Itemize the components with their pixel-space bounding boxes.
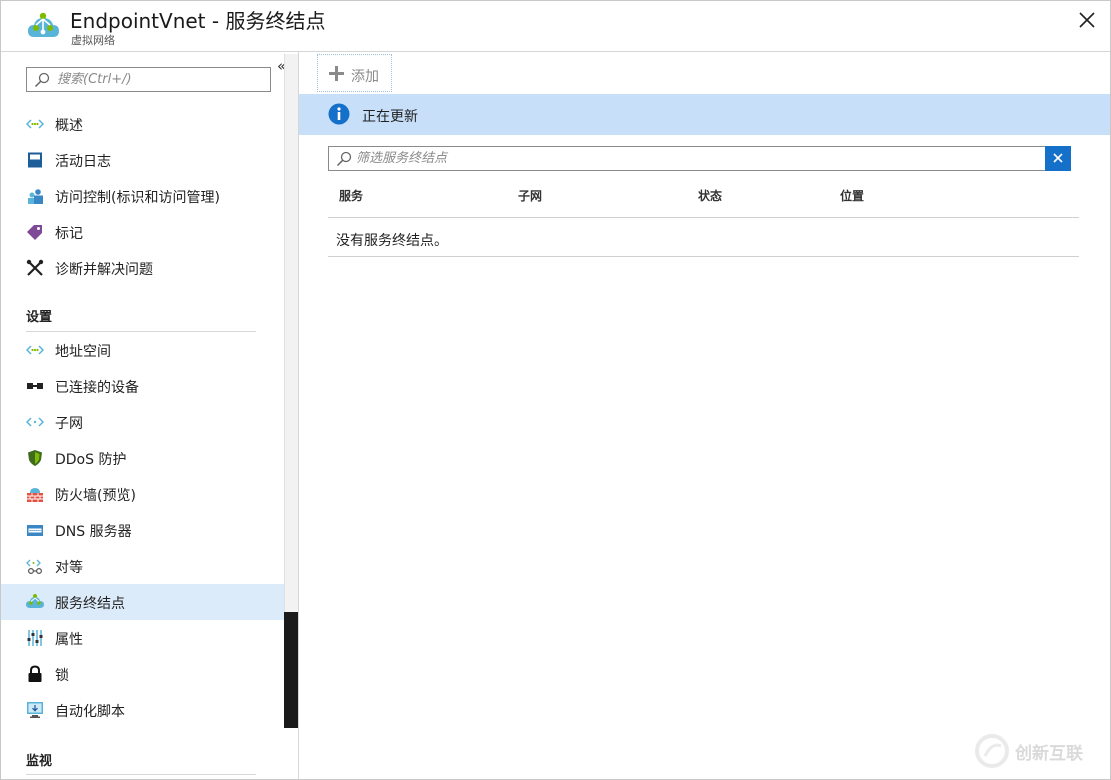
add-button[interactable]: 添加 bbox=[317, 54, 392, 92]
virtual-network-icon bbox=[28, 12, 59, 37]
menu-item-ddos[interactable]: DDoS 防护 bbox=[0, 440, 284, 476]
menu-scrollbar-thumb[interactable] bbox=[284, 612, 298, 728]
section-divider bbox=[26, 774, 256, 775]
menu-item-label: 已连接的设备 bbox=[55, 380, 139, 396]
menu-item-label: 标记 bbox=[55, 226, 83, 242]
menu-item-diagnose[interactable]: 诊断并解决问题 bbox=[0, 250, 284, 286]
add-button-label: 添加 bbox=[351, 69, 379, 85]
menu-item-address-space[interactable]: 地址空间 bbox=[0, 332, 284, 368]
watermark-logo bbox=[975, 734, 1009, 768]
column-header-subnet[interactable]: 子网 bbox=[518, 187, 542, 204]
menu-item-firewall[interactable]: 防火墙(预览) bbox=[0, 476, 284, 512]
menu-item-label: 概述 bbox=[55, 118, 83, 134]
firewall-icon bbox=[27, 488, 43, 502]
properties-icon bbox=[27, 630, 43, 646]
menu-item-label: 自动化脚本 bbox=[55, 704, 125, 720]
menu-item-automation-script[interactable]: 自动化脚本 bbox=[0, 692, 284, 728]
menu-item-subnets[interactable]: 子网 bbox=[0, 404, 284, 440]
empty-table-message: 没有服务终结点。 bbox=[336, 233, 448, 249]
search-icon bbox=[336, 151, 352, 167]
menu-item-label: 子网 bbox=[55, 416, 83, 432]
table-header-divider bbox=[328, 217, 1079, 218]
menu-item-properties[interactable]: 属性 bbox=[0, 620, 284, 656]
menu-item-locks[interactable]: 锁 bbox=[0, 656, 284, 692]
plus-icon bbox=[329, 66, 344, 81]
wrench-icon bbox=[26, 259, 44, 276]
clear-filter-button[interactable] bbox=[1045, 146, 1071, 171]
column-header-location[interactable]: 位置 bbox=[840, 187, 864, 204]
blade-header: EndpointVnet - 服务终结点 虚拟网络 bbox=[0, 0, 1111, 52]
menu-item-label: 服务终结点 bbox=[55, 596, 125, 612]
menu-item-peerings[interactable]: 对等 bbox=[0, 548, 284, 584]
column-header-status[interactable]: 状态 bbox=[698, 187, 722, 204]
column-header-service[interactable]: 服务 bbox=[339, 187, 363, 204]
menu-item-overview[interactable]: 概述 bbox=[0, 106, 284, 142]
service-endpoint-icon bbox=[26, 594, 44, 608]
search-icon bbox=[34, 72, 50, 88]
menu-item-label: 属性 bbox=[55, 632, 83, 648]
status-banner: 正在更新 bbox=[299, 94, 1111, 135]
menu-item-label: 对等 bbox=[55, 560, 83, 576]
menu-item-label: 活动日志 bbox=[55, 154, 111, 170]
close-icon bbox=[1053, 153, 1063, 163]
table-row-divider bbox=[328, 256, 1079, 257]
lock-icon bbox=[28, 665, 42, 682]
activity-log-icon bbox=[28, 152, 42, 168]
command-bar: 添加 bbox=[299, 52, 1111, 94]
page-subtitle: 虚拟网络 bbox=[71, 34, 115, 47]
subnet-icon bbox=[26, 417, 44, 427]
section-header-settings: 设置 bbox=[26, 310, 53, 325]
watermark-text: 创新互联 bbox=[1015, 744, 1083, 764]
address-space-icon bbox=[26, 345, 44, 355]
menu-item-activity-log[interactable]: 活动日志 bbox=[0, 142, 284, 178]
dns-icon bbox=[27, 525, 43, 536]
menu-item-connected-devices[interactable]: 已连接的设备 bbox=[0, 368, 284, 404]
vnet-overview-icon bbox=[26, 119, 44, 129]
menu-item-label: DDoS 防护 bbox=[55, 452, 127, 468]
menu-item-label: 防火墙(预览) bbox=[55, 488, 136, 504]
watermark: 创新互联 bbox=[975, 732, 1105, 770]
status-banner-text: 正在更新 bbox=[362, 109, 418, 125]
menu-item-label: 地址空间 bbox=[55, 344, 111, 360]
tag-icon bbox=[27, 225, 42, 240]
menu-item-label: DNS 服务器 bbox=[55, 524, 132, 540]
menu-item-tags[interactable]: 标记 bbox=[0, 214, 284, 250]
connected-devices-icon bbox=[27, 383, 43, 389]
menu-item-service-endpoints[interactable]: 服务终结点 bbox=[0, 584, 284, 620]
menu-item-dns-servers[interactable]: DNS 服务器 bbox=[0, 512, 284, 548]
menu-item-label: 诊断并解决问题 bbox=[55, 262, 153, 278]
content-pane: 添加 正在更新 服务 子网 状态 位置 没有服务终结点。 bbox=[298, 52, 1111, 780]
filter-input[interactable] bbox=[356, 149, 1036, 168]
menu-search-box[interactable] bbox=[26, 67, 271, 92]
menu-item-access-control[interactable]: 访问控制(标识和访问管理) bbox=[0, 178, 284, 214]
access-control-icon bbox=[28, 189, 43, 204]
automation-script-icon bbox=[27, 702, 43, 718]
ddos-shield-icon bbox=[28, 450, 42, 466]
menu-search-input[interactable] bbox=[57, 70, 262, 89]
menu-item-label: 访问控制(标识和访问管理) bbox=[55, 190, 220, 206]
close-icon[interactable] bbox=[1077, 10, 1097, 30]
filter-box[interactable] bbox=[328, 146, 1046, 171]
info-icon bbox=[328, 103, 350, 125]
page-title: EndpointVnet - 服务终结点 bbox=[70, 9, 326, 33]
resource-menu: « 概述 活动日志 访问控制(标识和访问管理) 标记 诊断并解决 bbox=[0, 52, 298, 780]
peering-icon bbox=[26, 559, 43, 575]
menu-item-label: 锁 bbox=[55, 668, 69, 684]
section-header-monitoring: 监视 bbox=[26, 754, 53, 769]
